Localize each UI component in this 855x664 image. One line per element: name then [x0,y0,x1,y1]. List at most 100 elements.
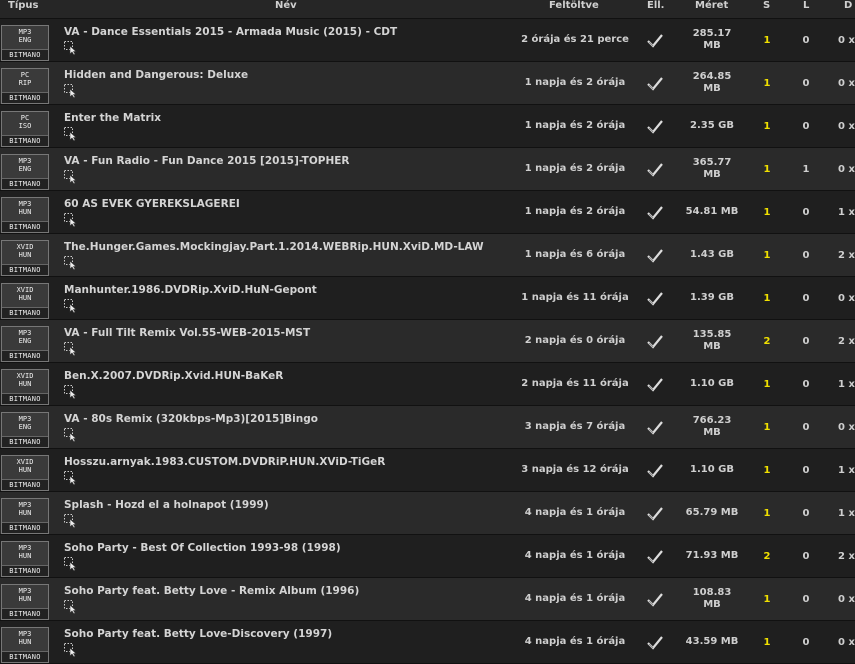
download-cursor-icon[interactable] [64,599,78,615]
torrent-name-link[interactable]: Soho Party feat. Betty Love - Remix Albu… [64,585,359,597]
torrent-name-link[interactable]: VA - Fun Radio - Fun Dance 2015 [2015]-T… [64,155,350,167]
category-icon[interactable]: MP3 HUN BITMANO [1,541,49,577]
seeder-count[interactable]: 1 [758,492,776,534]
completed-count[interactable]: 0 x [838,578,855,620]
torrent-name-link[interactable]: Hidden and Dangerous: Deluxe [64,69,248,81]
column-header-name[interactable]: Név [275,0,297,12]
column-header-size[interactable]: Méret [695,0,728,12]
leecher-count[interactable]: 0 [797,191,815,233]
seeder-count[interactable]: 1 [758,449,776,491]
torrent-name-link[interactable]: The.Hunger.Games.Mockingjay.Part.1.2014.… [64,241,484,253]
column-header-done[interactable]: D [844,0,852,12]
seeder-count[interactable]: 1 [758,621,776,663]
seeder-count[interactable]: 1 [758,277,776,319]
download-cursor-icon[interactable] [64,40,78,56]
torrent-name-link[interactable]: Soho Party feat. Betty Love-Discovery (1… [64,628,332,640]
category-icon[interactable]: MP3 HUN BITMANO [1,498,49,534]
download-cursor-icon[interactable] [64,642,78,658]
category-format: MP3 [18,329,32,337]
category-icon[interactable]: MP3 ENG BITMANO [1,154,49,190]
completed-count[interactable]: 2 x [838,535,855,577]
leecher-count[interactable]: 0 [797,406,815,448]
file-size: 2.35 GB [690,120,734,131]
category-icon[interactable]: PC ISO BITMANO [1,111,49,147]
completed-count[interactable]: 0 x [838,148,855,190]
leecher-count[interactable]: 0 [797,62,815,104]
leecher-count[interactable]: 0 [797,535,815,577]
completed-count[interactable]: 0 x [838,621,855,663]
leecher-count[interactable]: 0 [797,277,815,319]
leecher-count[interactable]: 0 [797,105,815,147]
category-icon[interactable]: MP3 HUN BITMANO [1,584,49,620]
download-cursor-icon[interactable] [64,470,78,486]
category-icon[interactable]: XVID HUN BITMANO [1,455,49,491]
seeder-count[interactable]: 1 [758,406,776,448]
leecher-count[interactable]: 0 [797,363,815,405]
seeder-count[interactable]: 1 [758,191,776,233]
completed-count[interactable]: 2 x [838,234,855,276]
leecher-count[interactable]: 0 [797,234,815,276]
column-header-leech[interactable]: L [803,0,809,12]
torrent-name-link[interactable]: Soho Party - Best Of Collection 1993-98 … [64,542,341,554]
download-cursor-icon[interactable] [64,126,78,142]
completed-count[interactable]: 0 x [838,62,855,104]
completed-count[interactable]: 1 x [838,449,855,491]
completed-count[interactable]: 0 x [838,277,855,319]
seeder-count[interactable]: 1 [758,62,776,104]
completed-count[interactable]: 1 x [838,363,855,405]
leecher-count[interactable]: 0 [797,578,815,620]
seeder-count[interactable]: 1 [758,234,776,276]
seeder-count[interactable]: 1 [758,363,776,405]
column-header-type[interactable]: Típus [8,0,38,12]
torrent-name-link[interactable]: Manhunter.1986.DVDRip.XviD.HuN-Gepont [64,284,317,296]
leecher-count[interactable]: 0 [797,19,815,61]
category-icon[interactable]: MP3 ENG BITMANO [1,326,49,362]
category-icon[interactable]: PC RIP BITMANO [1,68,49,104]
completed-count[interactable]: 0 x [838,406,855,448]
category-icon[interactable]: MP3 ENG BITMANO [1,412,49,448]
torrent-name-link[interactable]: Enter the Matrix [64,112,161,124]
download-cursor-icon[interactable] [64,427,78,443]
torrent-name-link[interactable]: Hosszu.arnyak.1983.CUSTOM.DVDRiP.HUN.XVi… [64,456,385,468]
seeder-count[interactable]: 1 [758,148,776,190]
seeder-count[interactable]: 2 [758,320,776,362]
leecher-count[interactable]: 1 [797,148,815,190]
category-icon[interactable]: MP3 ENG BITMANO [1,25,49,61]
category-language: HUN [18,294,32,302]
leecher-count[interactable]: 0 [797,492,815,534]
seeder-count[interactable]: 1 [758,19,776,61]
seeder-count[interactable]: 1 [758,105,776,147]
download-cursor-icon[interactable] [64,341,78,357]
category-icon[interactable]: XVID HUN BITMANO [1,369,49,405]
download-cursor-icon[interactable] [64,384,78,400]
column-header-uploaded[interactable]: Feltöltve [549,0,599,12]
download-cursor-icon[interactable] [64,169,78,185]
completed-count[interactable]: 1 x [838,492,855,534]
category-icon[interactable]: XVID HUN BITMANO [1,240,49,276]
leecher-count[interactable]: 0 [797,320,815,362]
category-icon[interactable]: XVID HUN BITMANO [1,283,49,319]
download-cursor-icon[interactable] [64,298,78,314]
completed-count[interactable]: 1 x [838,191,855,233]
torrent-name-link[interactable]: VA - 80s Remix (320kbps-Mp3)[2015]Bingo [64,413,318,425]
column-header-seed[interactable]: S [763,0,770,12]
torrent-name-link[interactable]: VA - Dance Essentials 2015 - Armada Musi… [64,26,397,38]
column-header-checked[interactable]: Ell. [647,0,665,12]
torrent-name-link[interactable]: Splash - Hozd el a holnapot (1999) [64,499,269,511]
download-cursor-icon[interactable] [64,212,78,228]
seeder-count[interactable]: 1 [758,578,776,620]
leecher-count[interactable]: 0 [797,449,815,491]
download-cursor-icon[interactable] [64,83,78,99]
download-cursor-icon[interactable] [64,556,78,572]
download-cursor-icon[interactable] [64,255,78,271]
completed-count[interactable]: 0 x [838,19,855,61]
download-cursor-icon[interactable] [64,513,78,529]
completed-count[interactable]: 0 x [838,105,855,147]
torrent-name-link[interactable]: 60 AS EVEK GYEREKSLAGEREI [64,198,240,210]
torrent-name-link[interactable]: Ben.X.2007.DVDRip.Xvid.HUN-BaKeR [64,370,283,382]
completed-count[interactable]: 2 x [838,320,855,362]
torrent-name-link[interactable]: VA - Full Tilt Remix Vol.55-WEB-2015-MST [64,327,310,339]
seeder-count[interactable]: 2 [758,535,776,577]
category-icon[interactable]: MP3 HUN BITMANO [1,197,49,233]
leecher-count[interactable]: 0 [797,621,815,663]
